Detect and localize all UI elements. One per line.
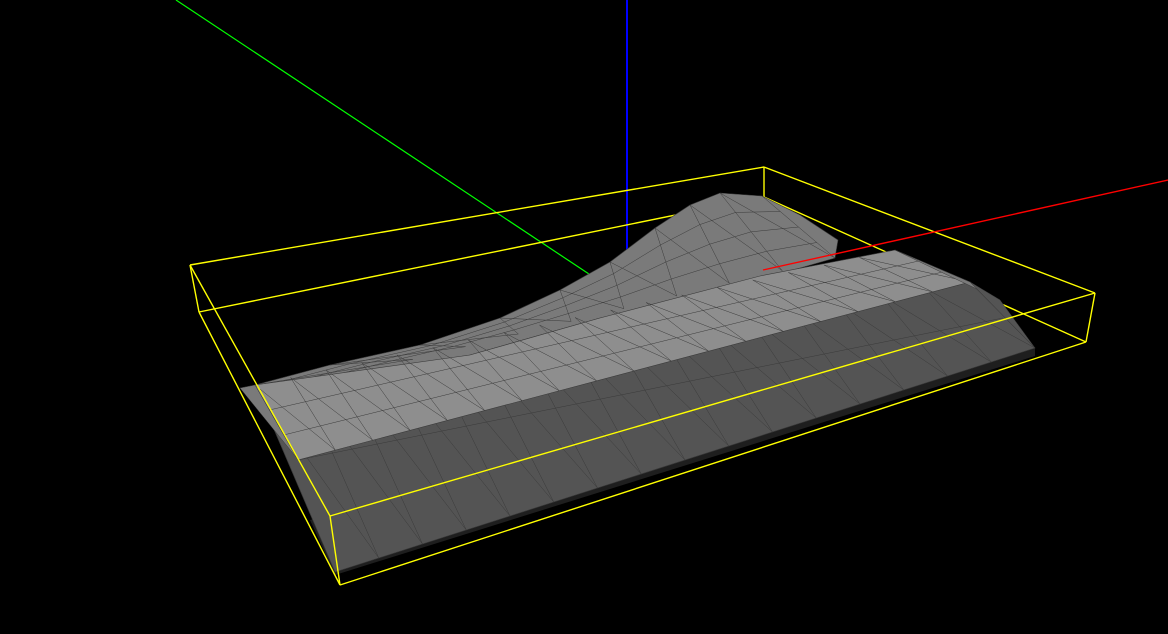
axes-group	[175, 0, 628, 284]
bbox-edge	[1085, 292, 1096, 343]
3d-viewport[interactable]	[0, 0, 1168, 634]
x-axis-line	[762, 179, 1168, 271]
mesh-model	[239, 192, 1036, 575]
3d-scene-canvas[interactable]	[0, 0, 1168, 634]
y-axis-line	[175, 0, 593, 277]
